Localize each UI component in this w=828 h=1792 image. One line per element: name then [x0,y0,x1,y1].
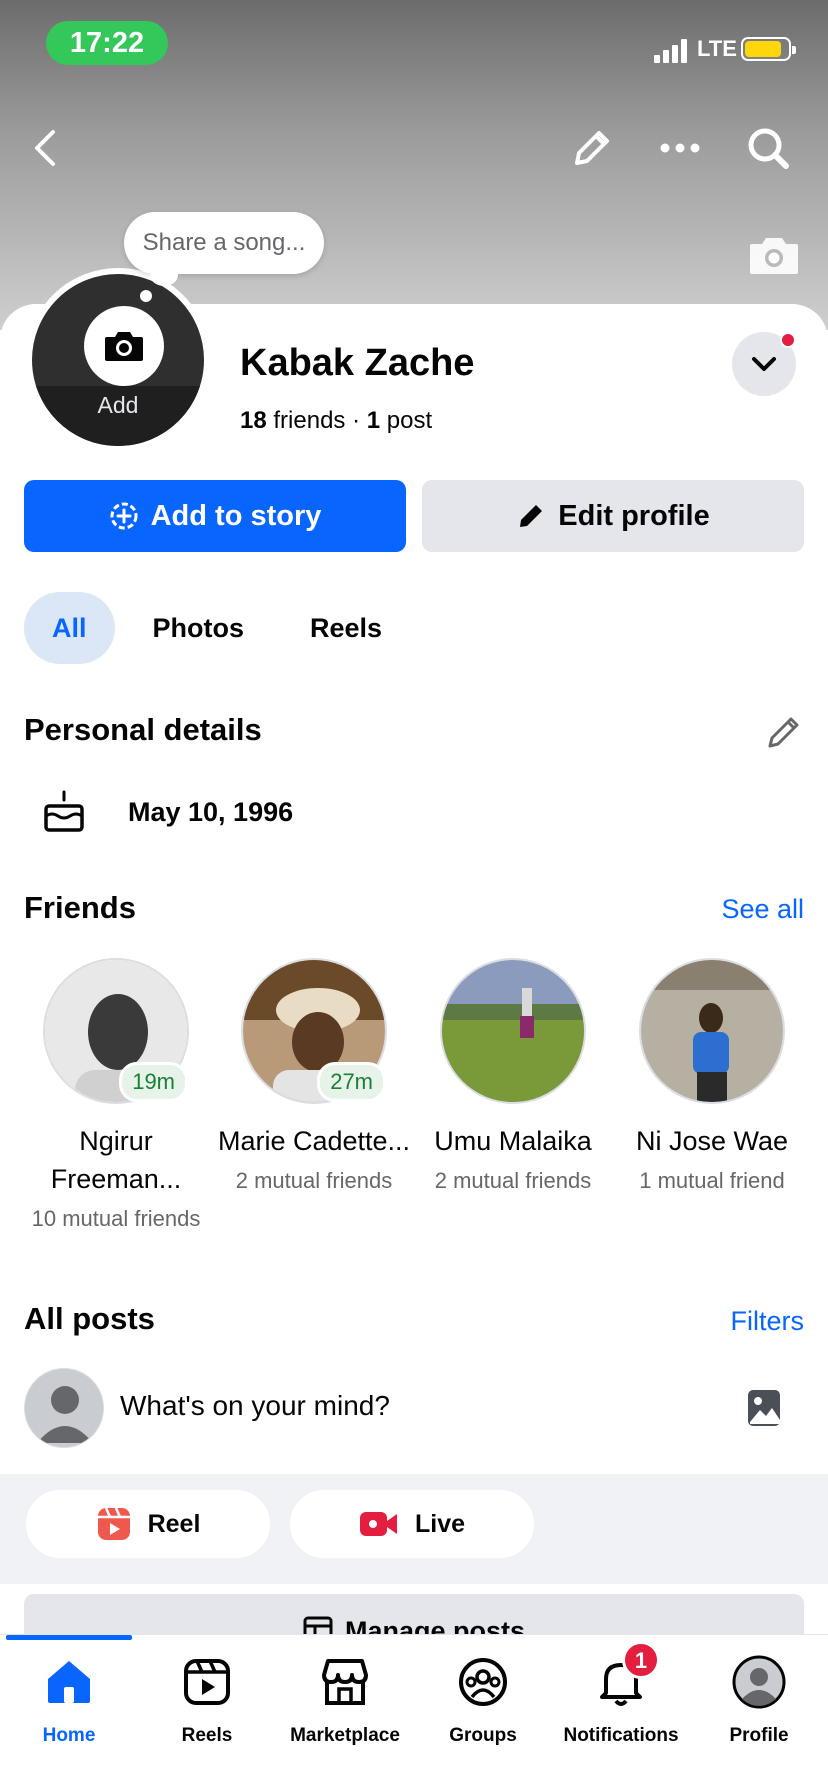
nav-marketplace[interactable]: Marketplace [276,1655,414,1747]
bell-icon: 1 [594,1641,660,1709]
friends-grid: 19m Ngirur Freeman... 10 mutual friends … [0,958,828,1258]
filters-link[interactable]: Filters [731,1306,805,1337]
friend-card[interactable]: 27m Marie Cadette... 2 mutual friends [214,958,414,1196]
reel-button[interactable]: Reel [26,1490,270,1558]
composer-avatar [24,1368,104,1448]
status-time: 17:22 [46,21,168,65]
friend-card[interactable]: 19m Ngirur Freeman... 10 mutual friends [16,958,216,1234]
reel-icon [97,1507,130,1540]
edit-cover-button[interactable] [562,118,622,178]
search-button[interactable] [738,118,798,178]
nav-home[interactable]: Home [0,1655,138,1747]
nav-notifications-label: Notifications [563,1725,679,1746]
signal-icon [654,39,688,63]
pencil-icon [768,717,799,748]
profile-icon [732,1655,786,1709]
mutual-friends: 10 mutual friends [31,1206,201,1231]
nav-marketplace-label: Marketplace [290,1725,400,1746]
friend-card[interactable]: Umu Malaika 2 mutual friends [413,958,613,1196]
posts-count: 1 [366,407,381,434]
profile-tabs: All Photos Reels [24,592,410,664]
personal-details-title: Personal details [24,712,262,747]
mutual-friends: 2 mutual friends [235,1168,393,1193]
nav-groups[interactable]: Groups [414,1655,552,1747]
chevron-down-icon [752,357,776,371]
nav-profile-label: Profile [729,1725,789,1746]
battery-icon [741,37,796,61]
nav-home-label: Home [42,1725,96,1746]
mutual-friends: 2 mutual friends [434,1168,592,1193]
pencil-icon [575,131,609,165]
active-time-badge: 19m [119,1062,188,1102]
friends-word: friends [273,407,346,434]
camera-icon [105,332,143,361]
bubble-tail [150,264,178,286]
friend-name: Ngirur Freeman... [50,1126,182,1194]
see-all-friends-link[interactable]: See all [721,894,804,925]
more-icon [660,143,700,153]
active-tab-indicator [6,1635,132,1640]
friend-name: Umu Malaika [434,1126,592,1156]
status-bar: 17:22 LTE [0,0,828,88]
edit-profile-label: Edit profile [558,499,710,532]
friend-card[interactable]: Ni Jose Wae 1 mutual friend [612,958,812,1196]
bubble-tail-small [140,290,152,302]
photo-icon[interactable] [746,1388,782,1428]
profile-avatar[interactable]: Add [26,268,210,452]
friend-name: Ni Jose Wae [635,1126,789,1156]
reels-icon [180,1655,234,1709]
dropdown-notification-dot [780,332,796,348]
avatar-add-label: Add [32,386,204,446]
live-button[interactable]: Live [290,1490,534,1558]
nav-reels[interactable]: Reels [138,1655,276,1747]
home-icon [42,1655,96,1709]
edit-profile-button[interactable]: Edit profile [422,480,804,552]
nav-notifications[interactable]: 1 Notifications [552,1641,690,1747]
friend-avatar [440,958,586,1104]
groups-icon [456,1655,510,1709]
notification-count-badge: 1 [622,1641,660,1679]
tab-all[interactable]: All [24,592,115,664]
chevron-left-icon [35,130,55,166]
search-icon [748,128,789,169]
bottom-nav: Home Reels Marketplace Groups 1 Notifica… [0,1634,828,1792]
friend-avatar [639,958,785,1104]
friend-name: Marie Cadette... [217,1126,411,1156]
tab-reels[interactable]: Reels [282,592,410,664]
mutual-friends: 1 mutual friend [639,1168,785,1193]
cover-camera-button[interactable] [748,234,800,276]
profile-stats[interactable]: 18 friends · 1 post [240,407,432,435]
network-type: LTE [697,36,737,61]
reel-label: Reel [147,1509,201,1538]
birthday-cake-icon [40,788,88,836]
add-to-story-button[interactable]: Add to story [24,480,406,552]
add-story-icon [110,502,138,530]
friends-title: Friends [24,890,136,925]
more-button[interactable] [650,118,710,178]
add-to-story-label: Add to story [150,499,322,532]
post-composer[interactable]: What's on your mind? [0,1368,828,1476]
edit-details-button[interactable] [764,712,804,752]
friends-count: 18 [240,407,267,434]
all-posts-title: All posts [24,1301,155,1336]
nav-groups-label: Groups [449,1725,517,1746]
live-video-icon [359,1512,397,1536]
share-song-bubble[interactable]: Share a song... [124,212,324,274]
live-label: Live [414,1509,466,1538]
birthday-text: May 10, 1996 [128,797,294,827]
pencil-icon [520,505,543,527]
active-time-badge: 27m [317,1062,386,1102]
camera-icon [750,238,798,274]
posts-word: post [386,407,433,434]
avatar-camera[interactable] [84,306,164,386]
composer-prompt: What's on your mind? [120,1390,390,1421]
profile-name: Kabak Zache [240,342,475,384]
nav-reels-label: Reels [181,1725,233,1746]
back-button[interactable] [16,118,76,178]
stats-separator: · [352,407,361,434]
post-actions-strip: Reel Live [0,1474,828,1584]
tab-photos[interactable]: Photos [125,592,273,664]
marketplace-icon [318,1655,372,1709]
nav-profile[interactable]: Profile [690,1655,828,1747]
